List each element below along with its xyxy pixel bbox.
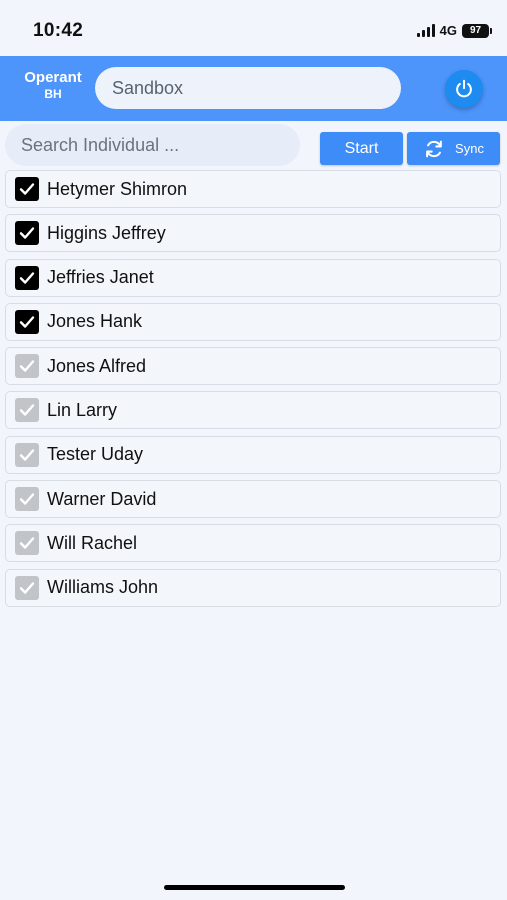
- checkmark-icon: [19, 183, 35, 195]
- list-item[interactable]: Will Rachel: [5, 524, 501, 563]
- checkbox[interactable]: [15, 265, 39, 290]
- search-input[interactable]: Search Individual ...: [5, 124, 300, 166]
- checkbox[interactable]: [15, 309, 39, 334]
- checkmark-icon: [19, 449, 35, 461]
- status-indicators: 4G 97: [416, 23, 492, 38]
- list-item[interactable]: Lin Larry: [5, 391, 501, 430]
- checkmark-icon: [19, 360, 35, 372]
- checkmark-icon: [19, 493, 35, 505]
- start-button[interactable]: Start: [320, 132, 403, 165]
- signal-icon: [416, 24, 435, 37]
- sync-button-label: Sync: [455, 141, 484, 156]
- status-time: 10:42: [33, 20, 84, 41]
- list-item[interactable]: Jones Alfred: [5, 347, 501, 386]
- individual-name: Jones Alfred: [47, 355, 147, 376]
- environment-label: Sandbox: [112, 77, 184, 98]
- power-button[interactable]: [445, 70, 483, 108]
- individual-name: Jones Hank: [47, 311, 143, 332]
- list-item[interactable]: Higgins Jeffrey: [5, 214, 501, 253]
- list-item[interactable]: Jones Hank: [5, 302, 501, 341]
- checkbox[interactable]: [15, 398, 39, 423]
- start-button-label: Start: [344, 139, 379, 157]
- home-indicator: [164, 885, 345, 890]
- list-item[interactable]: Hetymer Shimron: [5, 170, 501, 208]
- search-placeholder: Search Individual ...: [21, 134, 180, 155]
- checkmark-icon: [19, 581, 35, 594]
- individual-name: Warner David: [47, 488, 157, 509]
- individual-name: Hetymer Shimron: [47, 178, 188, 199]
- status-bar: 10:42 4G 97: [0, 0, 507, 56]
- brand-name: Operant: [24, 69, 82, 86]
- power-icon: [456, 79, 472, 98]
- individual-list: Hetymer Shimron Higgins Jeffrey Jeffries J…: [5, 170, 501, 613]
- individual-name: Jeffries Janet: [47, 267, 154, 288]
- checkbox[interactable]: [15, 531, 39, 556]
- individual-name: Higgins Jeffrey: [47, 222, 166, 243]
- battery-level: 97: [469, 25, 482, 36]
- checkbox[interactable]: [15, 575, 39, 600]
- checkbox[interactable]: [15, 487, 39, 512]
- individual-name: Lin Larry: [47, 399, 118, 420]
- checkmark-icon: [19, 227, 35, 239]
- environment-selector[interactable]: Sandbox: [95, 67, 401, 109]
- checkbox[interactable]: [15, 221, 39, 246]
- checkbox[interactable]: [15, 354, 39, 379]
- individual-name: Williams John: [47, 577, 159, 598]
- checkbox[interactable]: [15, 177, 39, 201]
- app-header: Operant BH Sandbox: [0, 56, 507, 121]
- list-item[interactable]: Williams John: [5, 568, 501, 607]
- list-item[interactable]: Warner David: [5, 480, 501, 519]
- checkmark-icon: [19, 404, 35, 417]
- network-type: 4G: [439, 23, 457, 38]
- checkmark-icon: [19, 316, 35, 328]
- checkmark-icon: [19, 271, 35, 284]
- brand-sub: BH: [44, 87, 62, 101]
- list-item[interactable]: Jeffries Janet: [5, 258, 501, 297]
- sync-button[interactable]: Sync: [407, 132, 500, 165]
- sync-icon: [426, 140, 442, 157]
- checkbox[interactable]: [15, 442, 39, 467]
- list-item[interactable]: Tester Uday: [5, 435, 501, 474]
- checkmark-icon: [19, 537, 35, 550]
- battery-icon: 97: [462, 23, 492, 38]
- brand-logo: Operant BH: [11, 69, 95, 101]
- individual-name: Tester Uday: [47, 444, 144, 465]
- individual-name: Will Rachel: [47, 532, 138, 553]
